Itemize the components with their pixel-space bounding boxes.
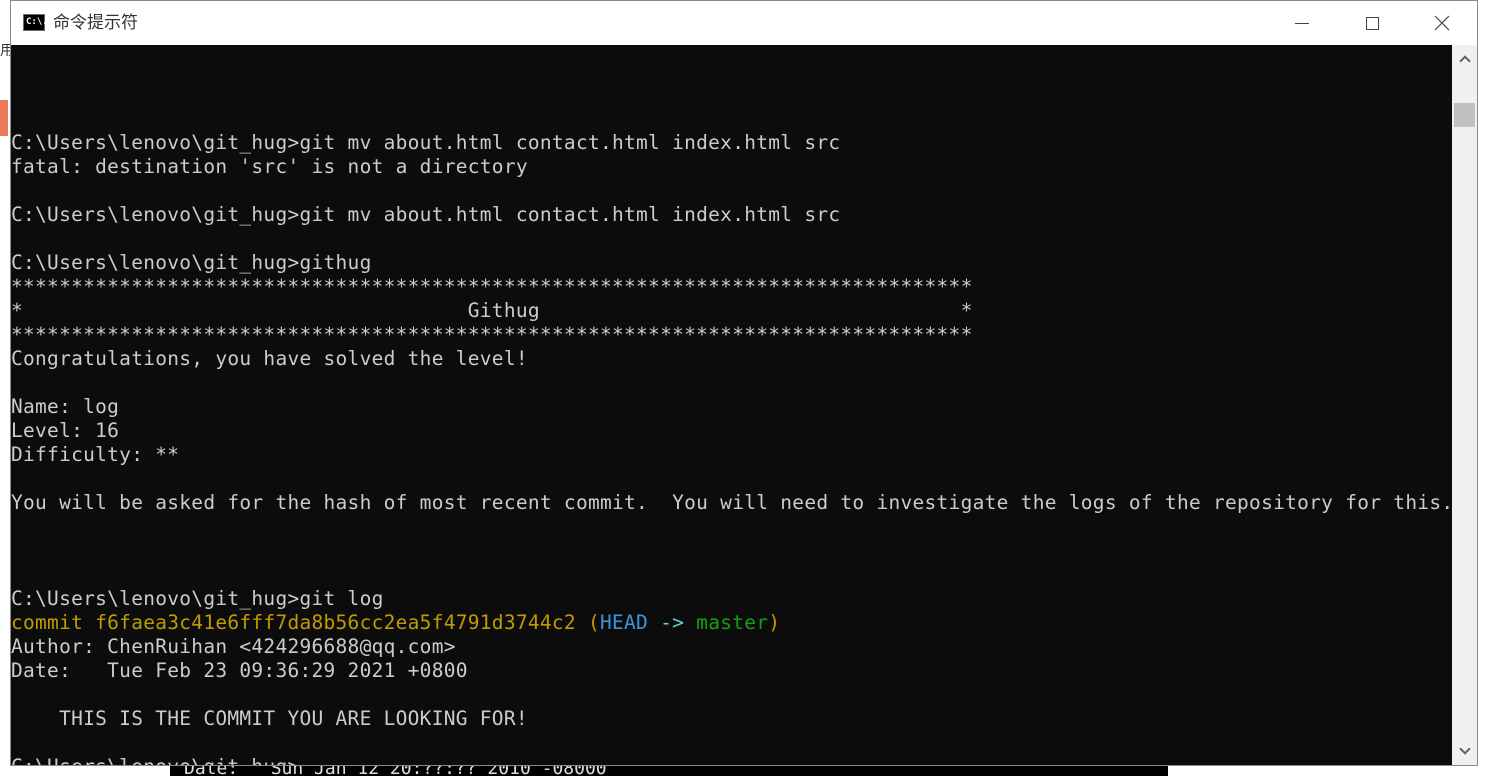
console-line: C:\Users\lenovo\git_hug>git log	[11, 587, 1452, 611]
console-text: commit f6faea3c41e6fff7da8b56cc2ea5f4791…	[11, 611, 600, 634]
console-output[interactable]: C:\Users\lenovo\git_hug>git mv about.htm…	[11, 45, 1452, 765]
console-text: C:\Users\lenovo\git_hug>git mv about.htm…	[11, 131, 841, 154]
console-text: C:\Users\lenovo\git_hug>	[11, 755, 299, 765]
console-text: ****************************************…	[11, 275, 973, 298]
console-line: THIS IS THE COMMIT YOU ARE LOOKING FOR!	[11, 707, 1452, 731]
close-button[interactable]	[1407, 1, 1477, 45]
console-line: * Githug *	[11, 299, 1452, 323]
cmd-icon-glyph: C:\.	[26, 17, 48, 27]
console-text: ****************************************…	[11, 323, 973, 346]
console-text: C:\Users\lenovo\git_hug>git mv about.htm…	[11, 203, 841, 226]
console-text: C:\Users\lenovo\git_hug>githug	[11, 251, 372, 274]
minimize-icon	[1295, 22, 1309, 24]
console-text: HEAD	[599, 611, 649, 634]
cmd-window: C:\. 命令提示符 C:\Users\lenovo\git_hug>git m…	[10, 0, 1478, 766]
console-line: C:\Users\lenovo\git_hug>githug	[11, 251, 1452, 275]
console-text: Difficulty: **	[11, 443, 180, 466]
console-line: Author: ChenRuihan <424296688@qq.com>	[11, 635, 1452, 659]
minimize-button[interactable]	[1267, 1, 1337, 45]
console-line: fatal: destination 'src' is not a direct…	[11, 155, 1452, 179]
console-text: Level: 16	[11, 419, 120, 442]
console-text: fatal: destination 'src' is not a direct…	[11, 155, 528, 178]
console-line: Name: log	[11, 395, 1452, 419]
window-title: 命令提示符	[53, 13, 138, 33]
console-line: C:\Users\lenovo\git_hug>	[11, 755, 1452, 765]
console-line: Difficulty: **	[11, 443, 1452, 467]
console-line: You will be asked for the hash of most r…	[11, 491, 1452, 515]
console-text: C:\Users\lenovo\git_hug>git log	[11, 587, 384, 610]
background-red-fragment	[0, 100, 8, 136]
console-text: Author: ChenRuihan <424296688@qq.com>	[11, 635, 456, 658]
scroll-thumb[interactable]	[1454, 103, 1475, 127]
vertical-scrollbar[interactable]	[1452, 45, 1477, 765]
console-text: ->	[648, 611, 697, 634]
background-window-fragment: 用	[0, 43, 14, 59]
console-line: Date: Tue Feb 23 09:36:29 2021 +0800	[11, 659, 1452, 683]
console-lines: C:\Users\lenovo\git_hug>git mv about.htm…	[11, 59, 1452, 765]
chevron-up-icon	[1458, 55, 1471, 67]
console-line: ****************************************…	[11, 323, 1452, 347]
console-line: ****************************************…	[11, 275, 1452, 299]
scroll-up-button[interactable]	[1452, 45, 1477, 73]
console-text: Name: log	[11, 395, 120, 418]
title-bar[interactable]: C:\. 命令提示符	[11, 1, 1477, 45]
console-text: )	[768, 611, 781, 634]
console-text: THIS IS THE COMMIT YOU ARE LOOKING FOR!	[11, 707, 528, 730]
console-line: commit f6faea3c41e6fff7da8b56cc2ea5f4791…	[11, 611, 1452, 635]
maximize-icon	[1365, 16, 1379, 30]
console-text: master	[696, 611, 769, 634]
console-text: You will be asked for the hash of most r…	[11, 491, 1452, 514]
console-line: C:\Users\lenovo\git_hug>git mv about.htm…	[11, 203, 1452, 227]
console-text: * Githug *	[11, 299, 973, 322]
console-line: C:\Users\lenovo\git_hug>git mv about.htm…	[11, 131, 1452, 155]
console-line: Congratulations, you have solved the lev…	[11, 347, 1452, 371]
close-icon	[1434, 15, 1450, 31]
console-line: Level: 16	[11, 419, 1452, 443]
maximize-button[interactable]	[1337, 1, 1407, 45]
scroll-down-button[interactable]	[1452, 737, 1477, 765]
console-text: Date: Tue Feb 23 09:36:29 2021 +0800	[11, 659, 468, 682]
chevron-down-icon	[1458, 743, 1471, 755]
console-text: Congratulations, you have solved the lev…	[11, 347, 528, 370]
cmd-icon[interactable]: C:\.	[23, 14, 48, 31]
